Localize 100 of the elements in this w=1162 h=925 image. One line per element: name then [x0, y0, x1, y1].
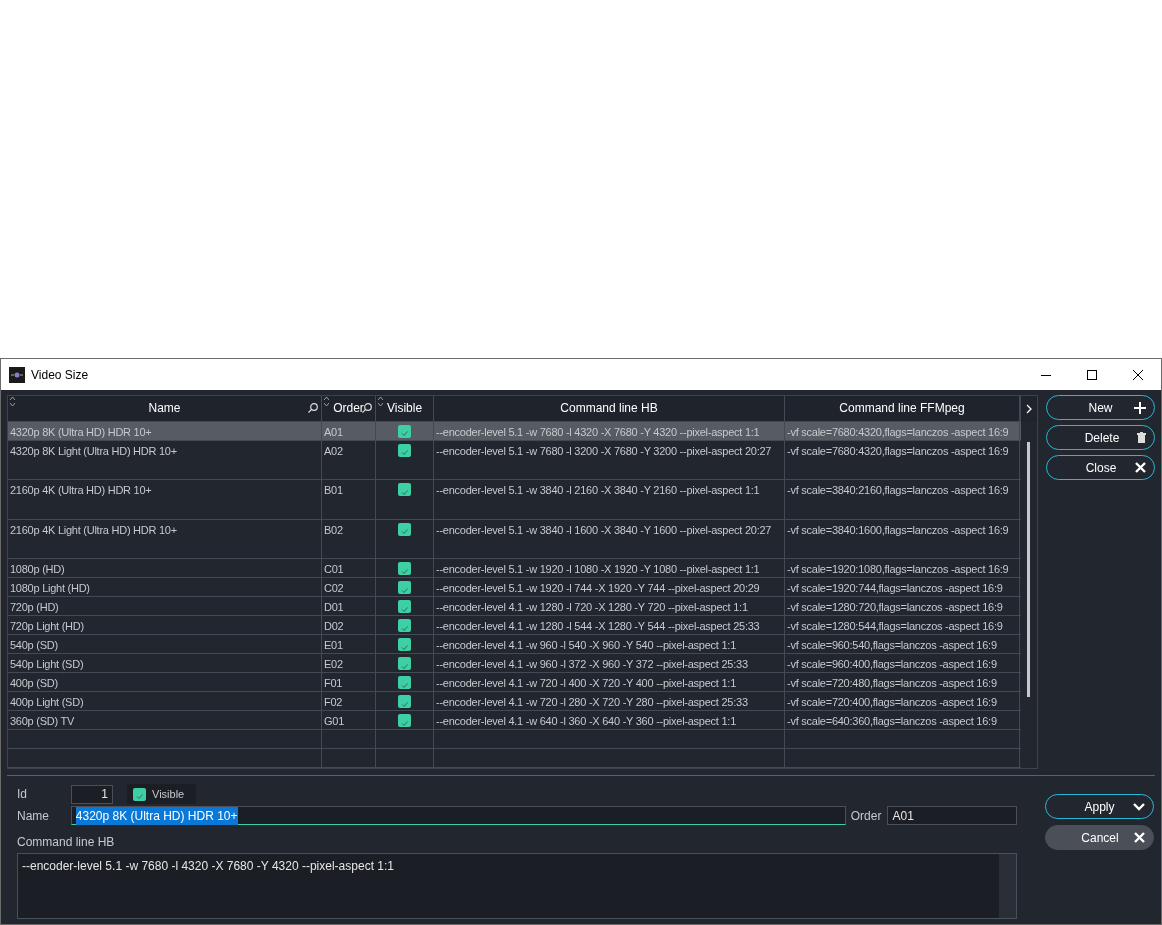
column-label: Name — [148, 400, 181, 418]
table-cell: 1080p Light (HD) — [8, 578, 322, 597]
sort-icon — [10, 397, 15, 406]
table-row[interactable]: 540p Light (SD) E02 --encoder-level 4.1 -w 960 -l 372 -X 960 -Y 372 --pixel-aspect 25:33 -vf scale=960:400,flags=lanczos -aspect 16:9 — [8, 654, 1025, 674]
table-cell: 4320p 8K Light (Ultra HD) HDR 10+ — [8, 440, 322, 480]
table-cell: -vf scale=1920:744,flags=lanczos -aspect 16:9 — [785, 578, 1020, 597]
search-icon[interactable] — [308, 403, 318, 413]
checkbox[interactable] — [398, 714, 411, 728]
chevron-down-icon — [1133, 802, 1145, 811]
table-cell: --encoder-level 5.1 -w 1920 -l 1080 -X 1920 -Y 1080 --pixel-aspect 1:1 — [434, 559, 785, 578]
table-cell: C01 — [322, 559, 376, 578]
checkbox[interactable] — [398, 562, 411, 576]
checkbox[interactable] — [398, 581, 411, 595]
command-line-field[interactable]: --encoder-level 5.1 -w 7680 -l 4320 -X 7680 -Y 4320 --pixel-aspect 1:1 — [17, 853, 1017, 919]
column-label: Command line FFMpeg — [839, 400, 965, 418]
checkbox[interactable] — [398, 638, 411, 652]
table-cell: -vf scale=640:360,flags=lanczos -aspect 16:9 — [785, 711, 1020, 730]
action-button[interactable]: Apply — [1045, 794, 1154, 819]
action-button[interactable]: Close — [1046, 455, 1155, 480]
id-field[interactable]: 1 — [71, 784, 113, 804]
table-row[interactable]: 540p (SD) E01 --encoder-level 4.1 -w 960 -l 540 -X 960 -Y 540 --pixel-aspect 1:1 -vf scale=960:540,flags=lanczos -aspect 16:9 — [8, 635, 1025, 655]
checkbox[interactable] — [398, 600, 411, 614]
table-cell: --encoder-level 4.1 -w 1280 -l 720 -X 1280 -Y 720 --pixel-aspect 1:1 — [434, 597, 785, 616]
field-label: Order — [850, 807, 882, 825]
table-cell: 2160p 4K Light (Ultra HD) HDR 10+ — [8, 519, 322, 559]
checkbox[interactable] — [398, 619, 411, 633]
table-cell: --encoder-level 5.1 -w 3840 -l 1600 -X 3840 -Y 1600 --pixel-aspect 20:27 — [434, 519, 785, 559]
search-icon[interactable] — [362, 403, 372, 413]
table-cell: -vf scale=3840:2160,flags=lanczos -aspect 16:9 — [785, 480, 1020, 519]
order-field[interactable]: A01 — [887, 806, 1017, 825]
field-label: Name — [17, 807, 50, 825]
table-cell: 400p (SD) — [8, 673, 322, 692]
table-cell: -vf scale=1280:544,flags=lanczos -aspect 16:9 — [785, 616, 1020, 635]
column-header[interactable]: Visible — [376, 396, 434, 421]
table-cell: A02 — [322, 440, 376, 480]
table-cell: B02 — [322, 519, 376, 559]
scroll-right-icon[interactable] — [1026, 404, 1032, 414]
close-icon — [1135, 462, 1146, 473]
table-cell: --encoder-level 4.1 -w 1280 -l 544 -X 1280 -Y 544 --pixel-aspect 25:33 — [434, 616, 785, 635]
app-icon — [9, 366, 25, 383]
table-cell: --encoder-level 4.1 -w 960 -l 372 -X 960 -Y 372 --pixel-aspect 25:33 — [434, 654, 785, 673]
table-row[interactable]: 720p Light (HD) D02 --encoder-level 4.1 -w 1280 -l 544 -X 1280 -Y 544 --pixel-aspect 25:33 -vf scale=1280:544,flags=lanczos -aspect 16:9 — [8, 616, 1025, 636]
trash-icon — [1137, 432, 1146, 443]
table-cell: B01 — [322, 480, 376, 519]
table-cell: D01 — [322, 597, 376, 616]
table-cell: --encoder-level 4.1 -w 720 -l 280 -X 720 -Y 280 --pixel-aspect 25:33 — [434, 692, 785, 711]
checkbox[interactable] — [398, 522, 411, 536]
table-cell: 2160p 4K (Ultra HD) HDR 10+ — [8, 480, 322, 519]
table-cell: F01 — [322, 673, 376, 692]
column-label: Visible — [386, 400, 423, 418]
table-cell: 540p Light (SD) — [8, 654, 322, 673]
checkbox[interactable] — [398, 676, 411, 690]
checkbox[interactable] — [398, 443, 411, 457]
visible-checkbox[interactable]: Visible — [127, 784, 197, 804]
maximize-icon[interactable] — [1087, 369, 1097, 380]
table-cell: -vf scale=720:480,flags=lanczos -aspect 16:9 — [785, 673, 1020, 692]
table-row[interactable]: 1080p (HD) C01 --encoder-level 5.1 -w 1920 -l 1080 -X 1920 -Y 1080 --pixel-aspect 1:1 -vf scale=1920:1080,flags=lanczos -aspect 16:9 — [8, 559, 1025, 579]
table-cell: C02 — [322, 578, 376, 597]
table-row[interactable]: 400p (SD) F01 --encoder-level 4.1 -w 720 -l 400 -X 720 -Y 400 --pixel-aspect 1:1 -vf scale=720:480,flags=lanczos -aspect 16:9 — [8, 673, 1025, 693]
table-cell: 540p (SD) — [8, 635, 322, 654]
table-cell: 720p (HD) — [8, 597, 322, 616]
table-cell: E02 — [322, 654, 376, 673]
checkbox[interactable] — [398, 695, 411, 709]
action-button[interactable]: Cancel — [1045, 825, 1154, 850]
table-cell: 360p (SD) TV — [8, 711, 322, 730]
table-cell: A01 — [322, 421, 376, 440]
name-field[interactable]: 4320p 8K (Ultra HD) HDR 10+ — [70, 806, 846, 825]
field-label: Id — [17, 786, 28, 803]
table-cell: E01 — [322, 635, 376, 654]
table-row[interactable]: 1080p Light (HD) C02 --encoder-level 5.1 -w 1920 -l 744 -X 1920 -Y 744 --pixel-aspect 20:29 -vf scale=1920:744,flags=lanczos -aspect 16:9 — [8, 578, 1025, 598]
table-cell: --encoder-level 5.1 -w 1920 -l 744 -X 1920 -Y 744 --pixel-aspect 20:29 — [434, 578, 785, 597]
table-cell: --encoder-level 4.1 -w 720 -l 400 -X 720 -Y 400 --pixel-aspect 1:1 — [434, 673, 785, 692]
table-cell: -vf scale=1920:1080,flags=lanczos -aspect 16:9 — [785, 559, 1020, 578]
table-cell: G01 — [322, 711, 376, 730]
table-cell: --encoder-level 5.1 -w 7680 -l 4320 -X 7680 -Y 4320 --pixel-aspect 1:1 — [434, 421, 785, 440]
table-cell: --encoder-level 4.1 -w 640 -l 360 -X 640 -Y 360 --pixel-aspect 1:1 — [434, 711, 785, 730]
table-cell: -vf scale=7680:4320,flags=lanczos -aspect 16:9 — [785, 421, 1020, 440]
checkbox[interactable] — [398, 657, 411, 671]
table-row[interactable]: 720p (HD) D01 --encoder-level 4.1 -w 1280 -l 720 -X 1280 -Y 720 --pixel-aspect 1:1 -vf scale=1280:720,flags=lanczos -aspect 16:9 — [8, 597, 1025, 617]
table-cell: -vf scale=960:400,flags=lanczos -aspect 16:9 — [785, 654, 1020, 673]
table-cell: 1080p (HD) — [8, 559, 322, 578]
checkbox[interactable] — [398, 483, 411, 497]
table-row[interactable]: 360p (SD) TV G01 --encoder-level 4.1 -w 640 -l 360 -X 640 -Y 360 --pixel-aspect 1:1 -vf scale=640:360,flags=lanczos -aspect 16:9 — [8, 711, 1025, 731]
action-button[interactable]: Delete — [1046, 425, 1155, 450]
column-header[interactable]: Command line HB — [434, 396, 785, 421]
table-cell: 400p Light (SD) — [8, 692, 322, 711]
close-icon — [1134, 832, 1145, 843]
column-header[interactable]: Name — [8, 396, 322, 421]
plus-icon — [1134, 401, 1146, 414]
close-icon[interactable] — [1133, 369, 1143, 380]
action-button[interactable]: New — [1046, 395, 1155, 420]
table-row[interactable]: 400p Light (SD) F02 --encoder-level 4.1 -w 720 -l 280 -X 720 -Y 280 --pixel-aspect 25:33 -vf scale=720:400,flags=lanczos -aspect 16:9 — [8, 692, 1025, 712]
column-header[interactable]: Order — [322, 396, 376, 421]
table-cell: --encoder-level 5.1 -w 7680 -l 3200 -X 7680 -Y 3200 --pixel-aspect 20:27 — [434, 440, 785, 480]
table-cell: D02 — [322, 616, 376, 635]
table-cell: 720p Light (HD) — [8, 616, 322, 635]
table-cell: -vf scale=3840:1600,flags=lanczos -aspect 16:9 — [785, 519, 1020, 559]
column-label: Order — [333, 400, 364, 418]
sort-icon — [324, 397, 329, 406]
checkbox[interactable] — [398, 424, 411, 438]
